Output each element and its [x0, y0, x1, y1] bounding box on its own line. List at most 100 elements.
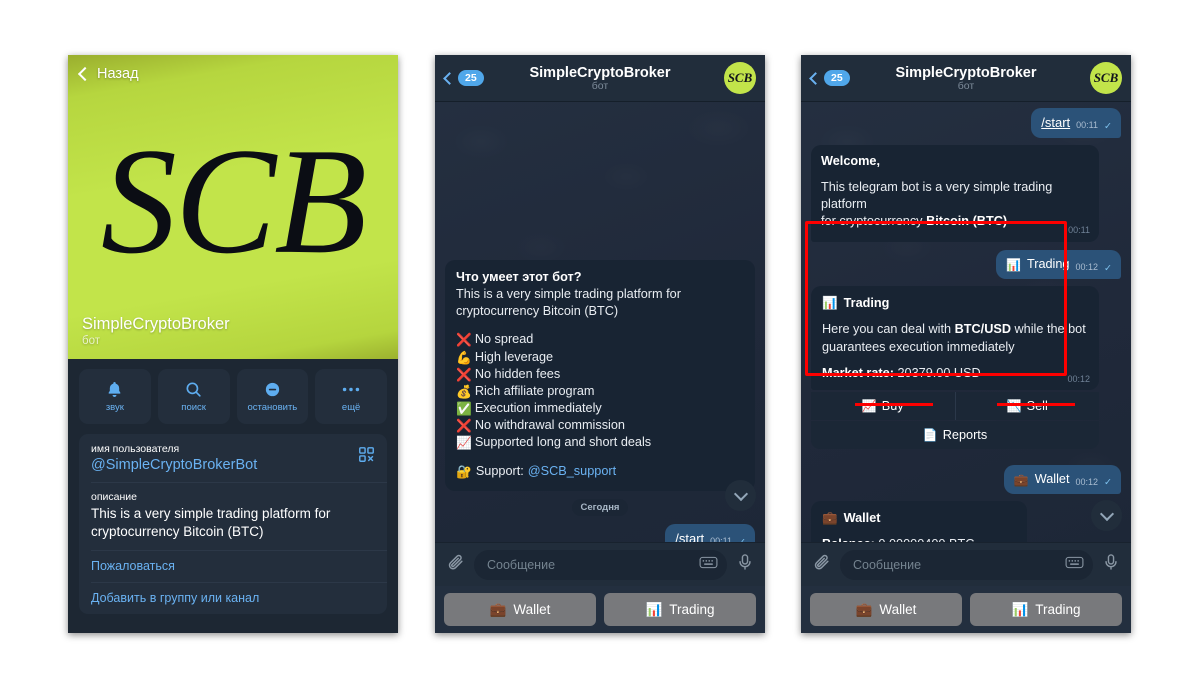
feature-item: ❌ No withdrawal commission — [456, 417, 744, 434]
add-to-group-link[interactable]: Добавить в группу или канал — [91, 591, 375, 605]
trading-inline-keyboard-row-2: 📄 Reports — [811, 420, 1099, 449]
intro-line-1: This is a very simple trading platform f… — [456, 287, 681, 302]
wallet-card-title-row: 💼 Wallet — [822, 510, 1016, 527]
phone-panel-profile: Назад SCB SimpleCryptoBroker бот звук по… — [68, 55, 398, 633]
message-input[interactable]: Сообщение — [840, 549, 1093, 580]
action-button-more[interactable]: ещё — [315, 369, 387, 424]
bar-chart-icon: 📊 — [645, 601, 663, 618]
avatar[interactable]: SCB — [724, 62, 756, 94]
feature-label: No hidden fees — [474, 366, 561, 381]
feature-label: Rich affiliate program — [474, 383, 595, 398]
description-row: описание This is a very simple trading p… — [79, 482, 387, 550]
microphone-icon[interactable] — [736, 552, 754, 577]
stop-icon — [263, 380, 282, 399]
message-time: 00:11 — [710, 535, 733, 542]
message-input[interactable]: Сообщение — [474, 549, 727, 580]
back-label: Назад — [97, 66, 139, 82]
action-button-stop[interactable]: остановить — [236, 369, 309, 424]
back-button[interactable]: Назад — [77, 66, 139, 82]
feature-item: ❌ No hidden fees — [456, 366, 744, 383]
trading-card-bubble: 📊 Trading Here you can deal with BTC/USD… — [811, 286, 1099, 390]
avatar[interactable]: SCB — [1090, 62, 1122, 94]
read-receipt-icon: ✓ — [1104, 121, 1112, 133]
bar-chart-icon: 📊 — [1011, 601, 1029, 618]
bell-icon — [105, 380, 124, 399]
attach-icon[interactable] — [812, 553, 831, 577]
profile-avatar-large: SCB — [100, 116, 367, 285]
qr-code-icon[interactable] — [358, 446, 375, 468]
feature-item: ✅ Execution immediately — [456, 400, 744, 417]
welcome-greeting: Welcome, — [821, 153, 880, 168]
chart-increasing-icon: 📈 — [456, 435, 472, 451]
microphone-icon[interactable] — [1102, 552, 1120, 577]
balance-label: Balance: — [822, 537, 875, 542]
message-time: 00:12 — [1075, 262, 1099, 273]
read-receipt-icon: ✓ — [738, 538, 746, 542]
check-mark-icon: ✅ — [456, 400, 472, 416]
market-rate-row: Market rate: 20379.00 USD — [822, 365, 1088, 382]
report-row[interactable]: Пожаловаться — [79, 549, 387, 582]
add-to-group-row[interactable]: Добавить в группу или канал — [79, 581, 387, 614]
scroll-to-bottom-button[interactable] — [725, 480, 756, 511]
chevron-left-icon — [443, 71, 456, 85]
document-icon: 📄 — [922, 427, 938, 442]
feature-item: ❌ No spread — [456, 331, 744, 348]
bot-command-bar: 💼 Wallet 📊 Trading — [801, 586, 1131, 633]
attach-icon[interactable] — [446, 553, 465, 577]
welcome-line-1: This telegram bot is a very simple tradi… — [821, 179, 1053, 211]
chat-header: 25 SimpleCryptoBroker бот SCB — [801, 55, 1131, 102]
username-value[interactable]: @SimpleCryptoBrokerBot — [91, 457, 375, 473]
bot-button-trading[interactable]: 📊 Trading — [970, 593, 1122, 626]
trading-card-wrapper: 📊 Trading Here you can deal with BTC/USD… — [811, 286, 1099, 449]
profile-hero: Назад SCB SimpleCryptoBroker бот — [68, 55, 398, 359]
unread-badge: 25 — [458, 70, 484, 86]
sent-wallet-message: 💼 Wallet 00:12 ✓ — [1003, 464, 1121, 494]
bot-command-bar: 💼 Wallet 📊 Trading — [435, 586, 765, 633]
profile-bot-name: SimpleCryptoBroker — [82, 315, 230, 333]
inline-button-reports[interactable]: 📄 Reports — [811, 420, 1099, 449]
support-handle-link[interactable]: @SCB_support — [528, 463, 616, 480]
welcome-line-2-bold: Bitcoin (BTC) — [926, 213, 1008, 228]
username-label: имя пользователя — [91, 443, 180, 455]
keyboard-icon[interactable] — [1065, 555, 1084, 575]
bar-chart-icon: 📊 — [1005, 258, 1021, 273]
report-link[interactable]: Пожаловаться — [91, 559, 375, 573]
briefcase-icon: 💼 — [1013, 472, 1029, 487]
money-bag-icon: 💰 — [456, 383, 472, 399]
back-button[interactable]: 25 — [443, 70, 484, 86]
start-command-text[interactable]: /start — [675, 530, 704, 542]
action-button-search[interactable]: поиск — [157, 369, 230, 424]
welcome-line-2-prefix: for cryptocurrency — [821, 213, 927, 228]
keyboard-icon[interactable] — [699, 555, 718, 575]
message-time: 00:11 — [1076, 120, 1099, 131]
profile-name-block: SimpleCryptoBroker бот — [82, 315, 230, 347]
cross-mark-icon: ❌ — [456, 366, 472, 382]
date-separator: Сегодня — [571, 498, 629, 516]
bot-intro-bubble: Что умеет этот бот? This is a very simpl… — [445, 260, 755, 491]
bot-button-label: Wallet — [513, 602, 551, 617]
feature-list: ❌ No spread 💪 High leverage ❌ No hidden … — [456, 331, 744, 451]
bot-button-trading[interactable]: 📊 Trading — [604, 593, 756, 626]
trading-card-line-1: Here you can deal with BTC/USD while the… — [822, 321, 1088, 338]
wallet-card-bubble: 💼 Wallet Balance: 0.00000400 BTC Leverag… — [811, 500, 1027, 542]
sent-start-message: /start 00:11 ✓ — [1031, 108, 1121, 138]
trading-card-line-2: guarantees execution immediately — [822, 339, 1015, 354]
wallet-card-wrapper: 💼 Wallet Balance: 0.00000400 BTC Leverag… — [811, 500, 1027, 542]
bot-button-wallet[interactable]: 💼 Wallet — [810, 593, 962, 626]
back-button[interactable]: 25 — [809, 70, 850, 86]
search-icon — [184, 380, 203, 399]
intro-question: Что умеет этот бот? — [456, 270, 582, 284]
description-label: описание — [91, 491, 137, 503]
action-button-sound[interactable]: звук — [79, 369, 151, 424]
sent-start-message: /start 00:11 ✓ — [665, 523, 755, 542]
username-row[interactable]: имя пользователя @SimpleCryptoBrokerBot — [79, 434, 387, 482]
bot-button-wallet[interactable]: 💼 Wallet — [444, 593, 596, 626]
action-label-stop: остановить — [247, 402, 298, 413]
sent-trading-label: Trading — [1026, 257, 1070, 272]
message-compose-bar: Сообщение — [435, 542, 765, 586]
start-command-text[interactable]: /start — [1041, 114, 1070, 132]
message-time: 00:12 — [1075, 476, 1099, 487]
market-rate-value: 20379.00 USD — [897, 365, 981, 380]
feature-label: No withdrawal commission — [474, 418, 625, 433]
scroll-to-bottom-button[interactable] — [1091, 500, 1122, 531]
